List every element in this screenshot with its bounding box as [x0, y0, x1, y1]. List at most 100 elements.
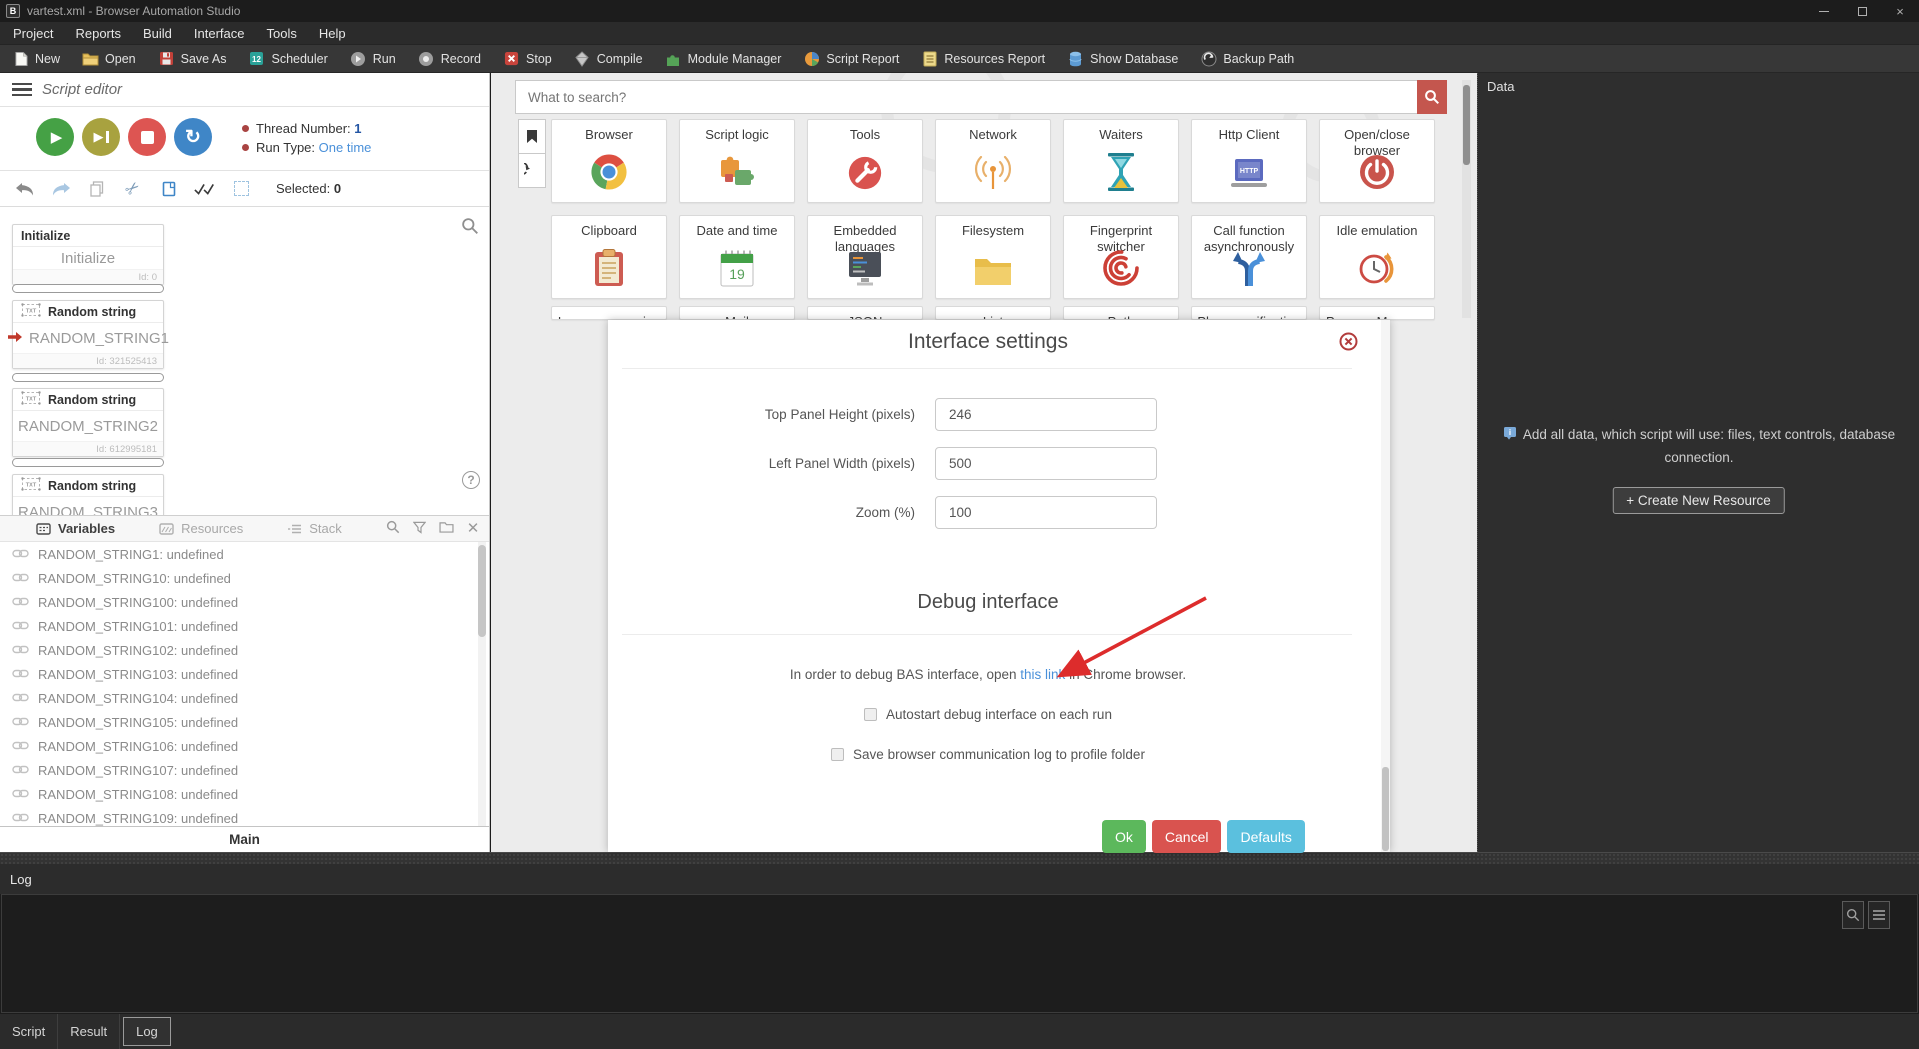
redo-icon[interactable] [50, 178, 72, 200]
variable-row[interactable]: RANDOM_STRING1: undefined [0, 542, 489, 566]
block-connector[interactable] [12, 458, 164, 467]
variable-row[interactable]: RANDOM_STRING103: undefined [0, 662, 489, 686]
block-connector[interactable] [12, 373, 164, 382]
toolbar-backup-path[interactable]: Backup Path [1200, 50, 1294, 67]
menu-interface[interactable]: Interface [183, 22, 256, 45]
toolbar-script-report[interactable]: Script Report [803, 50, 899, 67]
toolbar-open[interactable]: Open [82, 50, 136, 67]
debug-link[interactable]: this link [1020, 667, 1065, 682]
module-card-list[interactable]: List [935, 306, 1051, 320]
cancel-button[interactable]: Cancel [1151, 820, 1222, 853]
toolbar-record[interactable]: Record [418, 50, 481, 67]
bookmarks-button[interactable] [518, 119, 546, 154]
module-card-idle-emulation[interactable]: Idle emulation [1319, 215, 1435, 299]
module-card-waiters[interactable]: Waiters [1063, 119, 1179, 203]
module-card-call-function-asynchronously[interactable]: Call function asynchronously [1191, 215, 1307, 299]
toolbar-scheduler[interactable]: 12 Scheduler [248, 50, 328, 67]
grid-scrollbar[interactable] [1462, 80, 1471, 318]
action-search-input[interactable] [515, 80, 1447, 114]
play-button[interactable]: ▶ [36, 118, 74, 156]
ok-button[interactable]: Ok [1102, 820, 1146, 853]
menu-project[interactable]: Project [2, 22, 64, 45]
play-to-end-button[interactable]: ▶ [82, 118, 120, 156]
module-card-clipboard[interactable]: Clipboard [551, 215, 667, 299]
search-button[interactable] [1417, 80, 1447, 114]
copy-icon[interactable] [86, 178, 108, 200]
variable-row[interactable]: RANDOM_STRING106: undefined [0, 734, 489, 758]
variable-row[interactable]: RANDOM_STRING104: undefined [0, 686, 489, 710]
module-card-image-processing[interactable]: Image processing [551, 306, 667, 320]
menu-tools[interactable]: Tools [256, 22, 308, 45]
module-card-path[interactable]: Path [1063, 306, 1179, 320]
select-all-icon[interactable] [194, 178, 216, 200]
variable-row[interactable]: RANDOM_STRING105: undefined [0, 710, 489, 734]
module-card-json[interactable]: JSON [807, 306, 923, 320]
close-button[interactable]: × [1881, 0, 1919, 22]
menu-reports[interactable]: Reports [64, 22, 132, 45]
autostart-debug-checkbox[interactable] [864, 708, 878, 721]
toolbar-show-database[interactable]: Show Database [1067, 50, 1178, 67]
function-tab-main[interactable]: Main [0, 826, 489, 852]
left-panel-width-input[interactable] [935, 447, 1157, 480]
defaults-button[interactable]: Defaults [1227, 820, 1305, 853]
filter-icon[interactable] [412, 521, 427, 537]
menu-help[interactable]: Help [308, 22, 357, 45]
script-block-initialize[interactable]: Initialize Initialize Id: 0 [12, 224, 164, 285]
create-new-resource-button[interactable]: + Create New Resource [1612, 487, 1785, 514]
tab-variables[interactable]: Variables [36, 521, 115, 536]
block-connector[interactable] [12, 284, 164, 293]
module-card-script-logic[interactable]: Script logic [679, 119, 795, 203]
module-card-tools[interactable]: Tools [807, 119, 923, 203]
toolbar-save-as[interactable]: Save As [158, 50, 226, 67]
module-card-network[interactable]: Network [935, 119, 1051, 203]
variable-row[interactable]: RANDOM_STRING100: undefined [0, 590, 489, 614]
selection-mode-icon[interactable] [230, 178, 252, 200]
variable-row[interactable]: RANDOM_STRING107: undefined [0, 758, 489, 782]
search-blocks-icon[interactable] [459, 215, 481, 237]
dialog-scrollbar[interactable] [1381, 320, 1390, 852]
module-card-embedded-languages[interactable]: Embedded languages [807, 215, 923, 299]
module-card-phone-verification[interactable]: Phone verification [1191, 306, 1307, 320]
close-panel-icon[interactable]: ✕ [467, 521, 480, 536]
variable-row[interactable]: RANDOM_STRING101: undefined [0, 614, 489, 638]
tab-resources[interactable]: Resources [159, 521, 243, 536]
module-card-browser[interactable]: Browser [551, 119, 667, 203]
module-card-open-close-browser[interactable]: Open/close browser [1319, 119, 1435, 203]
stop-script-button[interactable] [128, 118, 166, 156]
bottom-tab-script[interactable]: Script [0, 1014, 59, 1049]
variable-row[interactable]: RANDOM_STRING109: undefined [0, 806, 489, 826]
dialog-close-icon[interactable] [1339, 332, 1358, 351]
menu-build[interactable]: Build [132, 22, 183, 45]
paste-icon[interactable] [158, 178, 180, 200]
script-block-random-string3[interactable]: TXT Random string RANDOM_STRING3 [12, 474, 164, 515]
log-search-icon[interactable] [1842, 901, 1864, 929]
search-variables-icon[interactable] [386, 520, 400, 537]
variables-scrollbar[interactable] [478, 542, 486, 826]
save-browser-log-checkbox[interactable] [831, 748, 845, 761]
variable-row[interactable]: RANDOM_STRING102: undefined [0, 638, 489, 662]
minimize-button[interactable] [1805, 0, 1843, 22]
module-card-date-and-time[interactable]: Date and time 19 [679, 215, 795, 299]
toolbar-run[interactable]: Run [350, 50, 396, 67]
toolbar-resources-report[interactable]: Resources Report [921, 50, 1045, 67]
script-block-random-string2[interactable]: TXT Random string RANDOM_STRING2 Id: 612995… [12, 388, 164, 457]
run-type-value[interactable]: One time [319, 140, 372, 155]
module-card-fingerprint-switcher[interactable]: Fingerprint switcher [1063, 215, 1179, 299]
module-card-mail[interactable]: Mail [679, 306, 795, 320]
undo-icon[interactable] [14, 178, 36, 200]
help-icon[interactable]: ? [462, 471, 480, 489]
top-panel-height-input[interactable] [935, 398, 1157, 431]
variable-row[interactable]: RANDOM_STRING10: undefined [0, 566, 489, 590]
maximize-button[interactable] [1843, 0, 1881, 22]
toolbar-stop[interactable]: Stop [503, 50, 552, 67]
hamburger-menu-icon[interactable] [12, 82, 32, 97]
variable-row[interactable]: RANDOM_STRING108: undefined [0, 782, 489, 806]
tab-stack[interactable]: Stack [287, 521, 342, 536]
bottom-tab-result[interactable]: Result [58, 1014, 121, 1049]
module-card-filesystem[interactable]: Filesystem [935, 215, 1051, 299]
module-card-process-manager[interactable]: Process Manager [1319, 306, 1435, 320]
bottom-tab-log[interactable]: Log [123, 1017, 171, 1046]
toolbar-compile[interactable]: Compile [574, 50, 643, 67]
restart-button[interactable]: ↻ [174, 118, 212, 156]
cut-icon[interactable]: ✂ [118, 173, 149, 204]
